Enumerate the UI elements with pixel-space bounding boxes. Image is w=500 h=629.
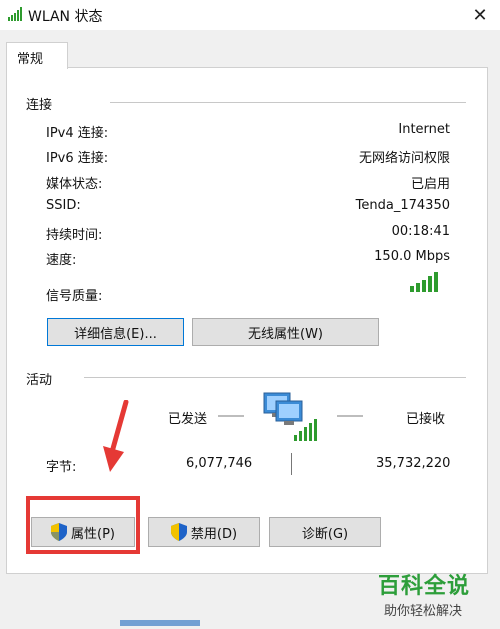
diagnose-button-label: 诊断(G): [301, 526, 349, 542]
window-title: WLAN 状态: [28, 9, 103, 25]
media-state-value: 已启用: [410, 177, 450, 192]
received-label: 已接收: [406, 412, 446, 427]
tab-general[interactable]: 常规: [6, 42, 68, 69]
diagnose-button[interactable]: 诊断(G): [269, 517, 381, 547]
sent-dash: [218, 415, 244, 417]
bytes-label: 字节:: [46, 460, 77, 475]
ssid-label: SSID:: [46, 198, 81, 213]
tab-label: 常规: [17, 52, 44, 67]
red-arrow-icon: [103, 400, 129, 472]
connection-section-label: 连接: [26, 98, 53, 113]
ipv6-value: 无网络访问权限: [358, 151, 450, 166]
speed-value: 150.0 Mbps: [374, 249, 450, 264]
media-state-label: 媒体状态:: [46, 177, 103, 192]
disable-button[interactable]: 禁用(D): [148, 517, 260, 547]
shield-icon: [170, 523, 187, 541]
network-computers-icon: [263, 392, 317, 441]
watermark-subtitle: 助你轻松解决: [384, 604, 463, 619]
wireless-properties-button[interactable]: 无线属性(W): [192, 318, 379, 346]
signal-quality-label: 信号质量:: [46, 289, 103, 304]
bytes-sent-value: 6,077,746: [186, 456, 253, 471]
disable-button-label: 禁用(D): [190, 526, 238, 542]
sent-label: 已发送: [168, 412, 208, 427]
section-divider: [84, 377, 466, 378]
activity-separator: [291, 453, 292, 475]
details-button[interactable]: 详细信息(E)...: [47, 318, 184, 346]
section-divider: [110, 102, 466, 103]
ssid-value: Tenda_174350: [355, 198, 450, 213]
wifi-signal-icon: [8, 7, 22, 21]
highlight-box: [26, 496, 140, 554]
speed-label: 速度:: [46, 253, 77, 268]
received-dash: [337, 415, 363, 417]
duration-label: 持续时间:: [46, 228, 103, 243]
close-icon: ✕: [472, 4, 488, 26]
ipv4-value: Internet: [398, 122, 450, 137]
watermark-title: 百科全说: [378, 574, 471, 599]
bytes-received-value: 35,732,220: [376, 456, 451, 471]
ipv6-label: IPv6 连接:: [46, 151, 109, 166]
activity-section-label: 活动: [26, 373, 53, 388]
partial-link: [120, 620, 200, 626]
close-button[interactable]: ✕: [460, 0, 500, 30]
wireless-properties-label: 无线属性(W): [248, 326, 323, 342]
details-button-label: 详细信息(E)...: [74, 326, 157, 342]
title-bar: WLAN 状态 ✕: [0, 0, 500, 30]
ipv4-label: IPv4 连接:: [46, 126, 109, 141]
watermark: 百科全说 助你轻松解决: [378, 566, 490, 622]
signal-bars-icon: [410, 272, 438, 292]
duration-value: 00:18:41: [391, 224, 450, 239]
